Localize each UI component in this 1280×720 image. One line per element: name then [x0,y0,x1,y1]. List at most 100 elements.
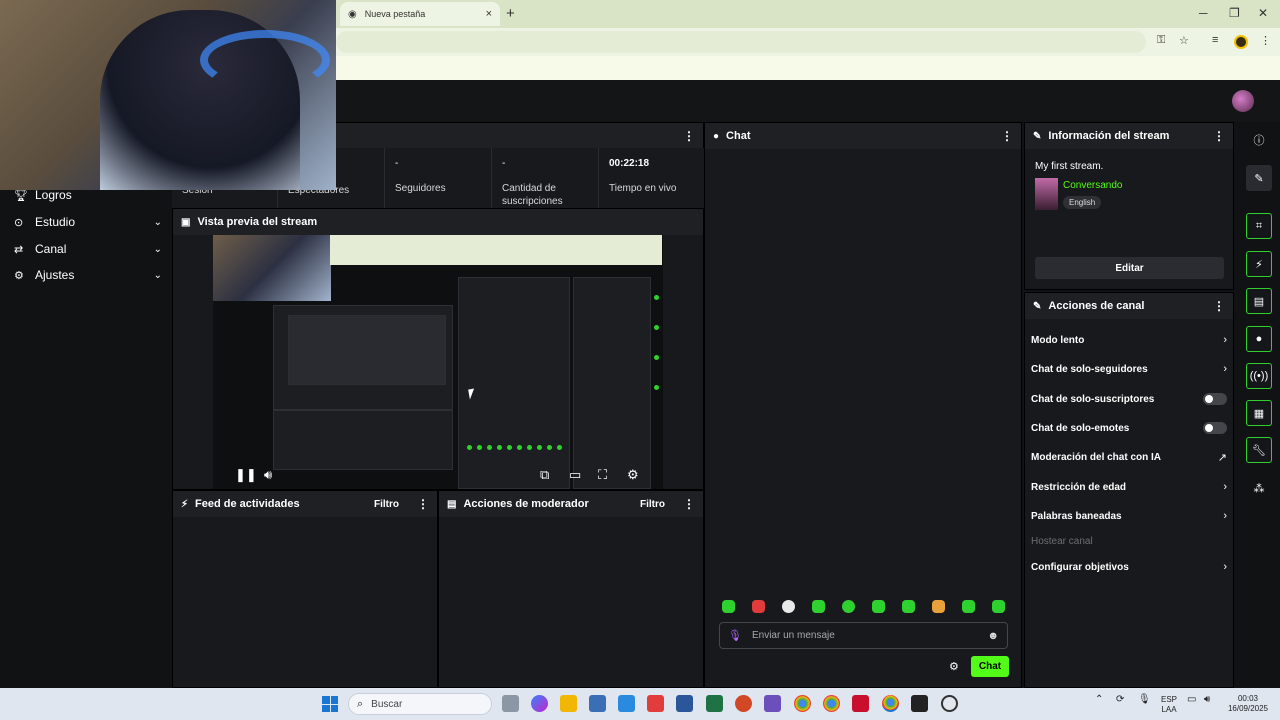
language-layout: LAA [1161,705,1177,714]
media-control-icon[interactable]: ≡ [1212,34,1218,46]
stream-category[interactable]: Conversando [1063,180,1122,191]
sidebar-item-estudio[interactable]: ⊙ Estudio ⌄ [14,213,162,231]
minimize-icon[interactable]: ─ [1199,6,1208,20]
sidebar-item-canal[interactable]: ⇄ Canal ⌄ [14,240,162,258]
chat-message-input[interactable] [751,630,988,641]
chrome-active-icon[interactable] [882,695,899,712]
browser-menu-icon[interactable]: ⋮ [1260,34,1271,47]
emote-icon[interactable] [722,600,735,613]
clock[interactable]: 00:03 16/09/2025 [1222,694,1274,714]
task-view-icon[interactable] [502,695,519,712]
password-key-icon[interactable]: ⚿ [1157,34,1165,47]
pause-icon[interactable]: ❚❚ [235,467,257,483]
browser-tab[interactable]: ◉ Nueva pestaña × [340,2,500,26]
clipchamp-icon[interactable] [764,695,781,712]
wrench-icon[interactable]: 🔧︎ [1246,437,1272,463]
snipping-tool-icon[interactable] [647,695,664,712]
panel-menu-icon[interactable]: ⋮ [1213,299,1225,313]
emoji-picker-icon[interactable]: ☻ [987,630,999,642]
emote-icon[interactable] [872,600,885,613]
powerpoint-icon[interactable] [735,695,752,712]
channel-action-slow-mode[interactable]: Modo lento › [1031,332,1227,348]
volume-icon[interactable]: 🔊︎ [1204,694,1210,705]
channel-action-age-restriction[interactable]: Restricción de edad › [1031,479,1227,495]
epic-games-icon[interactable] [911,695,928,712]
tray-sync-icon[interactable]: ⟳ [1116,694,1124,705]
new-tab-button[interactable]: + [506,5,515,22]
sidebar-item-ajustes[interactable]: ⚙ Ajustes ⌄ [14,266,162,284]
emote-icon[interactable] [962,600,975,613]
chrome-icon[interactable] [794,695,811,712]
channel-action-ai-moderation[interactable]: Moderación del chat con IA ↗ [1031,449,1227,465]
windows-start-icon[interactable] [322,696,338,712]
app-update-icon[interactable] [941,695,958,712]
settings-gear-icon[interactable]: ⚙ [627,467,639,483]
widgets-icon[interactable]: ⁂ [1246,475,1272,501]
stream-preview-video[interactable]: ❚❚ 🔊︎ ⧉ ▭ ⛶ ⚙ [213,235,663,489]
restore-icon[interactable]: ❐ [1229,6,1240,20]
network-icon[interactable]: ▭ [1187,694,1196,705]
emote-icon[interactable] [782,600,795,613]
chevron-right-icon: › [1223,561,1227,573]
edit-stream-info-button[interactable]: Editar [1035,257,1224,279]
tray-microphone-icon[interactable]: 🎙︎ [1138,694,1151,705]
panel-menu-icon[interactable]: ⋮ [1001,129,1013,143]
fullscreen-icon[interactable]: ⛶ [598,467,607,483]
panel-menu-icon[interactable]: ⋮ [683,129,695,143]
panel-menu-icon[interactable]: ⋮ [417,497,429,511]
emote-icon[interactable] [812,600,825,613]
excel-icon[interactable] [706,695,723,712]
lightning-icon[interactable]: ⚡︎ [1246,251,1272,277]
notepad-icon[interactable] [618,695,635,712]
file-explorer-icon[interactable] [560,695,577,712]
taskbar-search-box[interactable]: ⌕ [348,693,492,715]
omnibox[interactable] [336,31,1146,53]
emote-icon[interactable] [752,600,765,613]
chat-bubble-icon[interactable]: ● [1246,326,1272,352]
channel-action-configure-goals[interactable]: Configurar objetivos › [1031,559,1227,575]
browser-profile-avatar[interactable] [1234,35,1248,49]
calculator-icon[interactable] [589,695,606,712]
chat-settings-gear-icon[interactable]: ⚙ [949,660,959,673]
tab-close-icon[interactable]: × [486,8,492,20]
preview-emote [467,445,472,450]
subscribers-only-toggle[interactable] [1203,393,1227,405]
chat-send-button[interactable]: Chat [971,656,1009,677]
channel-action-label: Chat de solo-suscriptores [1031,393,1155,405]
filter-button[interactable]: Filtro [640,499,665,510]
microphone-icon[interactable]: 🎙︎ [728,629,742,642]
document-icon[interactable]: ▤ [1246,288,1272,314]
emote-icon[interactable] [842,600,855,613]
info-icon[interactable]: ⓘ [1246,127,1272,153]
volume-icon[interactable]: 🔊︎ [264,467,272,483]
mcafee-icon[interactable] [852,695,869,712]
emote-icon[interactable] [932,600,945,613]
word-icon[interactable] [676,695,693,712]
preview-rail-dot [654,295,659,300]
theater-mode-icon[interactable]: ▭ [569,467,581,483]
emote-icon[interactable] [992,600,1005,613]
clock-date: 16/09/2025 [1227,704,1269,713]
emotes-only-toggle[interactable] [1203,422,1227,434]
scan-icon[interactable]: ⌗ [1246,213,1272,239]
channel-action-banned-words[interactable]: Palabras baneadas › [1031,508,1227,524]
picture-in-picture-icon[interactable]: ⧉ [540,467,549,483]
filter-button[interactable]: Filtro [374,499,399,510]
server-icon[interactable]: ▦ [1246,400,1272,426]
chrome-profile-icon[interactable] [823,695,840,712]
broadcast-icon[interactable]: ((•)) [1246,363,1272,389]
pencil-icon[interactable]: ✎ [1246,165,1272,191]
copilot-icon[interactable] [531,695,548,712]
emote-icon[interactable] [902,600,915,613]
stat-value: - [502,158,506,169]
keyboard-language[interactable]: ESP LAA [1158,695,1180,715]
channel-action-followers-only[interactable]: Chat de solo-seguidores › [1031,361,1227,377]
bookmark-star-icon[interactable]: ☆ [1179,34,1189,47]
panel-menu-icon[interactable]: ⋮ [1213,129,1225,143]
close-window-icon[interactable]: ✕ [1258,6,1268,20]
user-avatar[interactable] [1232,90,1254,112]
taskbar-search-input[interactable] [371,698,462,710]
panel-menu-icon[interactable]: ⋮ [683,497,695,511]
chat-input-box[interactable]: 🎙︎ ☻ [719,622,1008,649]
tray-overflow-chevron-icon[interactable]: ⌃ [1095,694,1103,705]
